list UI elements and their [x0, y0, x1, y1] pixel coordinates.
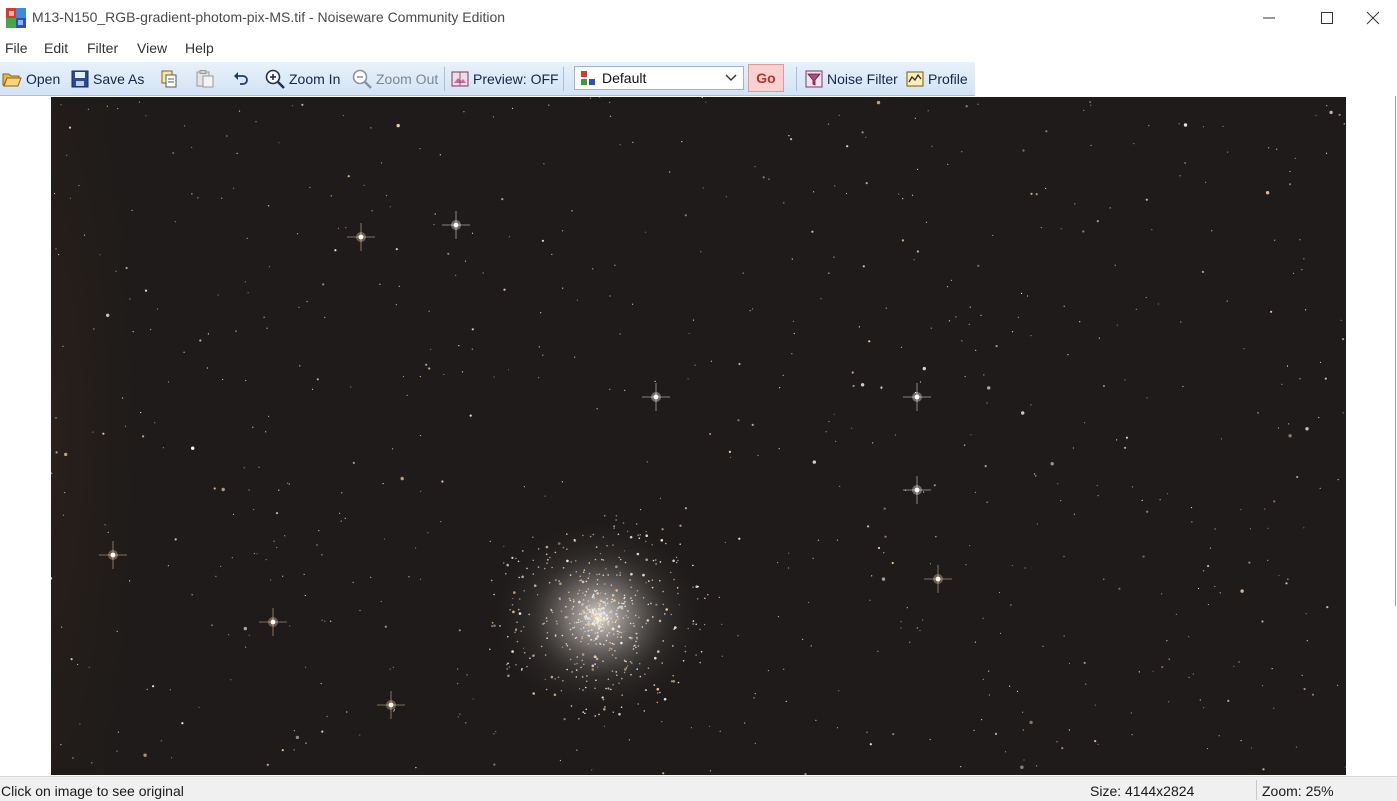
- image-preview[interactable]: [51, 97, 1346, 775]
- window-title: M13-N150_RGB-gradient-photom-pix-MS.tif …: [32, 9, 506, 25]
- preview-icon: [451, 71, 469, 87]
- zoom-out-label: Zoom Out: [376, 71, 439, 87]
- zoom-in-icon: [265, 69, 285, 89]
- close-icon: [1366, 11, 1380, 25]
- status-bar: Click on image to see original Size: 414…: [0, 776, 1397, 801]
- chevron-down-icon: [725, 74, 737, 81]
- menu-view[interactable]: View: [137, 40, 167, 56]
- maximize-button[interactable]: [1304, 0, 1350, 36]
- noise-filter-button[interactable]: Noise Filter: [805, 68, 898, 90]
- status-hint: Click on image to see original: [1, 783, 184, 799]
- close-button[interactable]: [1350, 0, 1396, 36]
- toolbar-separator: [444, 67, 445, 91]
- toolbar-separator: [796, 67, 797, 91]
- menu-edit[interactable]: Edit: [44, 40, 68, 56]
- copy-button[interactable]: [160, 68, 178, 90]
- copy-icon: [161, 70, 177, 88]
- preset-value: Default: [602, 70, 647, 86]
- undo-icon: [234, 72, 248, 85]
- menu-bar: File Edit Filter View Help: [0, 38, 1397, 60]
- profile-button[interactable]: Profile: [906, 68, 968, 90]
- preview-label: Preview: OFF: [473, 71, 559, 87]
- toolbar-empty-area: [975, 62, 1397, 96]
- status-image-size: Size: 4144x2824: [1090, 783, 1195, 799]
- noise-filter-label: Noise Filter: [827, 71, 898, 87]
- open-button[interactable]: Open: [2, 68, 60, 90]
- save-as-label: Save As: [93, 71, 145, 87]
- preview-toggle-button[interactable]: Preview: OFF: [451, 68, 559, 90]
- status-zoom: Zoom: 25%: [1262, 783, 1334, 799]
- minimize-button[interactable]: [1246, 0, 1292, 36]
- zoom-in-button[interactable]: Zoom In: [265, 68, 340, 90]
- status-separator: [1256, 780, 1257, 800]
- menu-filter[interactable]: Filter: [87, 40, 118, 56]
- save-as-button[interactable]: Save As: [71, 68, 144, 90]
- star-field-image: [51, 97, 1346, 775]
- preset-icon: [581, 71, 595, 85]
- vertical-scrollbar[interactable]: [1395, 96, 1396, 606]
- menu-help[interactable]: Help: [185, 40, 214, 56]
- app-icon: [6, 8, 26, 28]
- menu-file[interactable]: File: [5, 40, 28, 56]
- title-bar: M13-N150_RGB-gradient-photom-pix-MS.tif …: [0, 0, 1397, 36]
- minimize-icon: [1263, 17, 1275, 19]
- zoom-out-button[interactable]: Zoom Out: [352, 68, 438, 90]
- open-folder-icon: [2, 73, 22, 87]
- save-icon: [71, 70, 89, 88]
- toolbar-separator: [563, 67, 564, 91]
- profile-label: Profile: [928, 71, 968, 87]
- zoom-in-label: Zoom In: [289, 71, 341, 87]
- maximize-icon: [1321, 12, 1333, 24]
- undo-button[interactable]: [232, 68, 250, 90]
- profile-icon: [906, 71, 924, 87]
- paste-button[interactable]: [195, 68, 215, 90]
- go-button[interactable]: Go: [748, 64, 784, 92]
- zoom-out-icon: [352, 69, 372, 89]
- noise-filter-icon: [805, 70, 823, 88]
- preset-dropdown[interactable]: Default: [574, 66, 744, 90]
- paste-icon: [196, 70, 214, 88]
- open-label: Open: [26, 71, 61, 87]
